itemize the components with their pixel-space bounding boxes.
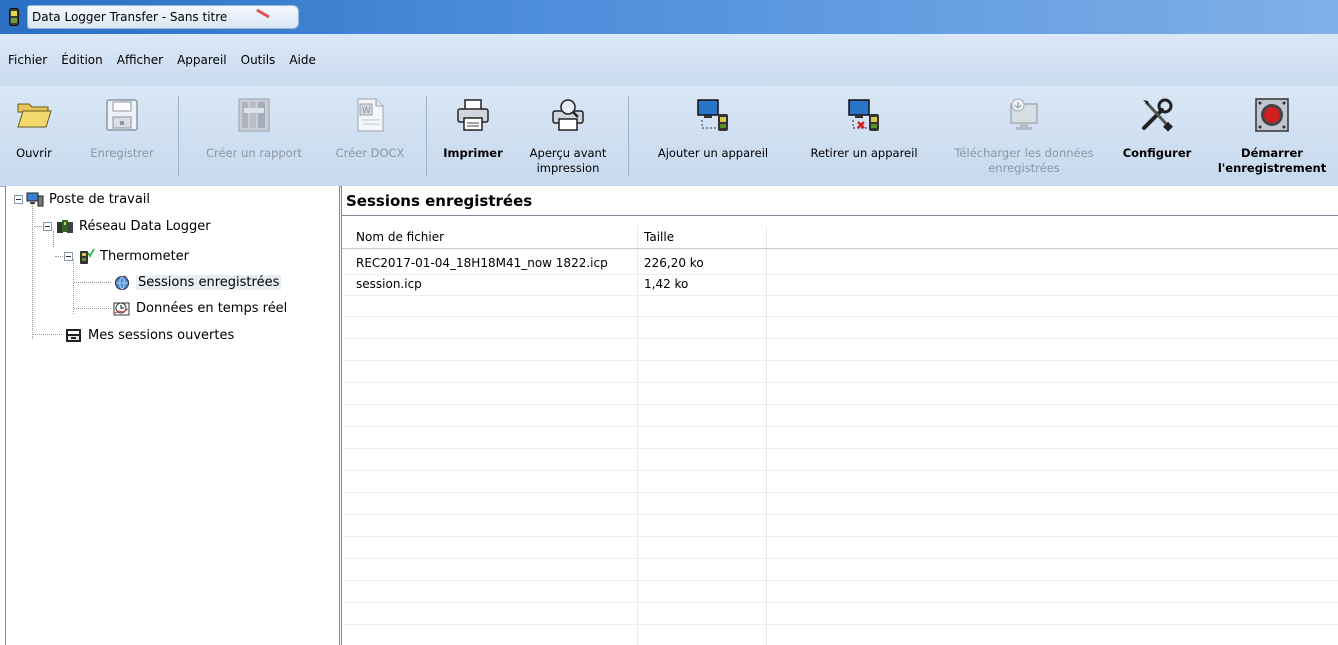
empty-row [342, 362, 1338, 383]
report-icon [235, 96, 273, 134]
empty-row [342, 428, 1338, 449]
create-report-button[interactable]: Créer un rapport [196, 86, 312, 186]
toolbar-separator [178, 96, 179, 176]
empty-row [342, 516, 1338, 537]
column-header-size[interactable]: Taille [644, 226, 674, 248]
collapse-toggle[interactable] [64, 252, 73, 261]
tree-connector [34, 226, 42, 227]
print-preview-icon [549, 96, 587, 134]
add-device-icon [694, 96, 732, 134]
cell-filename: session.icp [356, 277, 422, 291]
tree-connector [53, 231, 54, 247]
print-preview-button[interactable]: Aperçu avant impression [518, 86, 618, 186]
download-data-button[interactable]: Télécharger les données enregistrées [942, 86, 1106, 186]
cell-size: 226,20 ko [644, 256, 704, 270]
tools-icon [1138, 96, 1176, 134]
network-devices-icon [56, 218, 74, 234]
download-data-label: Télécharger les données enregistrées [954, 146, 1094, 175]
empty-row [342, 494, 1338, 515]
empty-row [342, 450, 1338, 471]
remove-device-icon [845, 96, 883, 134]
tree-item-thermometer[interactable]: Thermometer [77, 246, 189, 266]
menu-bar: Fichier Édition Afficher Appareil Outils… [0, 34, 1338, 86]
empty-row [342, 604, 1338, 625]
empty-row [342, 384, 1338, 405]
empty-row [342, 560, 1338, 581]
table-row[interactable]: REC2017-01-04_18H18M41_now 1822.icp 226,… [342, 254, 1338, 275]
record-icon [1253, 96, 1291, 134]
printer-icon [454, 96, 492, 134]
toolbar-separator [628, 96, 629, 176]
empty-row [342, 318, 1338, 339]
empty-row [342, 538, 1338, 559]
svg-text:W: W [362, 106, 371, 116]
tree-item-workstation[interactable]: Poste de travail [26, 189, 150, 209]
sessions-folder-icon [65, 327, 83, 343]
title-tab-decoration [234, 5, 300, 29]
empty-row [342, 406, 1338, 427]
tree-connector [32, 204, 33, 339]
navigation-tree: Poste de travail Réseau Data Logger Ther… [5, 186, 340, 645]
floppy-disk-icon [103, 96, 141, 134]
tree-connector [74, 308, 111, 309]
folder-open-icon [15, 96, 53, 134]
empty-row [342, 472, 1338, 493]
menu-fichier[interactable]: Fichier [8, 53, 47, 67]
add-device-button[interactable]: Ajouter un appareil [640, 86, 786, 186]
start-recording-label: Démarrer l'enregistrement [1217, 146, 1327, 175]
thermometer-device-icon [77, 248, 95, 264]
main-panel: Sessions enregistrées Nom de fichier Tai… [341, 186, 1338, 645]
tree-connector [74, 282, 111, 283]
menu-aide[interactable]: Aide [289, 53, 316, 67]
collapse-toggle[interactable] [14, 195, 23, 204]
tree-connector [33, 334, 62, 335]
tree-item-realtime-data[interactable]: Données en temps réel [113, 298, 287, 318]
column-header-filename[interactable]: Nom de fichier [356, 226, 444, 248]
collapse-toggle[interactable] [43, 222, 52, 231]
tree-connector [73, 259, 74, 314]
tree-item-recorded-sessions[interactable]: Sessions enregistrées [113, 272, 282, 292]
configure-button[interactable]: Configurer [1116, 86, 1198, 186]
panel-title: Sessions enregistrées [346, 192, 533, 210]
start-recording-button[interactable]: Démarrer l'enregistrement [1212, 86, 1332, 186]
tree-item-network[interactable]: Réseau Data Logger [56, 216, 211, 236]
header-divider [342, 248, 1338, 249]
empty-row [342, 340, 1338, 361]
cell-size: 1,42 ko [644, 277, 689, 291]
cell-filename: REC2017-01-04_18H18M41_now 1822.icp [356, 256, 608, 270]
tree-connector [55, 256, 63, 257]
save-button[interactable]: Enregistrer [84, 86, 160, 186]
menu-appareil[interactable]: Appareil [177, 53, 227, 67]
window-title: Data Logger Transfer - Sans titre [27, 5, 237, 29]
title-divider [342, 215, 1338, 216]
empty-row [342, 582, 1338, 603]
title-bar: Data Logger Transfer - Sans titre [0, 0, 1338, 34]
remove-device-button[interactable]: Retirer un appareil [796, 86, 932, 186]
computer-icon [26, 191, 44, 207]
menu-outils[interactable]: Outils [241, 53, 276, 67]
word-document-icon: W [351, 96, 389, 134]
toolbar: Ouvrir Enregistrer Créer un rapport W Cr… [0, 86, 1338, 187]
download-data-icon [1005, 96, 1043, 134]
table-row[interactable]: session.icp 1,42 ko [342, 275, 1338, 296]
empty-row [342, 296, 1338, 317]
open-button[interactable]: Ouvrir [14, 86, 54, 186]
create-docx-button[interactable]: W Créer DOCX [328, 86, 412, 186]
menu-afficher[interactable]: Afficher [117, 53, 163, 67]
app-icon [9, 8, 19, 26]
globe-sessions-icon [113, 274, 131, 290]
clock-chart-icon [113, 300, 131, 316]
tree-item-open-sessions[interactable]: Mes sessions ouvertes [65, 325, 234, 345]
print-preview-label: Aperçu avant impression [529, 146, 607, 175]
print-button[interactable]: Imprimer [436, 86, 510, 186]
toolbar-separator [426, 96, 427, 176]
menu-edition[interactable]: Édition [61, 53, 103, 67]
